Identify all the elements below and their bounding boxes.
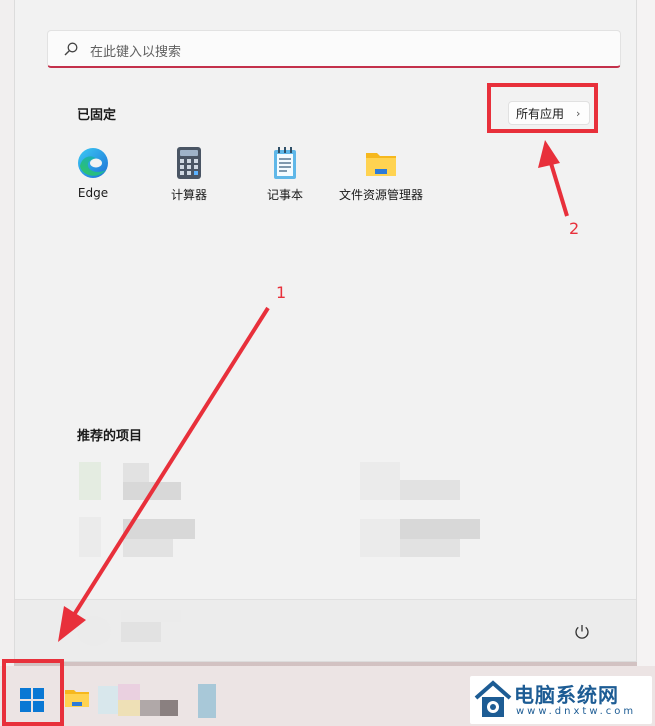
pinned-title: 已固定: [77, 108, 117, 123]
user-account[interactable]: [77, 610, 187, 650]
app-label-file-explorer: 文件资源管理器: [338, 188, 423, 202]
watermark-url: www.dnxtw.com: [516, 706, 637, 717]
taskbar-file-explorer-icon[interactable]: [64, 684, 90, 714]
pinned-app-file-explorer[interactable]: 文件资源管理器: [333, 146, 429, 212]
desktop-edge-right: [637, 0, 655, 666]
app-label-calculator: 计算器: [170, 188, 207, 202]
search-box[interactable]: 在此键入以搜索: [47, 30, 621, 68]
pinned-app-calculator[interactable]: 计算器: [141, 146, 237, 212]
recommended-item[interactable]: [360, 515, 500, 559]
app-label-notepad: 记事本: [266, 188, 303, 202]
calculator-icon: [177, 147, 201, 179]
pinned-app-edge[interactable]: Edge: [45, 146, 141, 212]
notepad-icon: [274, 147, 296, 179]
search-placeholder[interactable]: 在此键入以搜索: [90, 41, 181, 60]
search-icon: [64, 41, 78, 60]
highlight-box-start: [2, 659, 64, 726]
annotation-number-1: 1: [276, 283, 287, 302]
start-menu-footer: [15, 599, 636, 661]
house-logo-icon: [474, 680, 512, 717]
desktop-edge-left: [0, 0, 14, 666]
recommended-item[interactable]: [79, 515, 209, 559]
annotation-number-2: 2: [569, 219, 580, 238]
watermark-title: 电脑系统网: [514, 683, 619, 707]
watermark: 电脑系统网 www.dnxtw.com: [470, 676, 652, 724]
app-label-edge: Edge: [77, 186, 109, 200]
recommended-item[interactable]: [79, 460, 199, 502]
taskbar-blurred-apps[interactable]: [98, 680, 218, 720]
power-icon[interactable]: [574, 624, 590, 644]
file-explorer-icon: [366, 153, 396, 176]
edge-icon: [78, 148, 108, 178]
recommended-item[interactable]: [360, 460, 500, 502]
highlight-box-all-apps: [487, 83, 598, 133]
recommended-title: 推荐的项目: [77, 429, 143, 444]
pinned-app-notepad[interactable]: 记事本: [237, 146, 333, 212]
